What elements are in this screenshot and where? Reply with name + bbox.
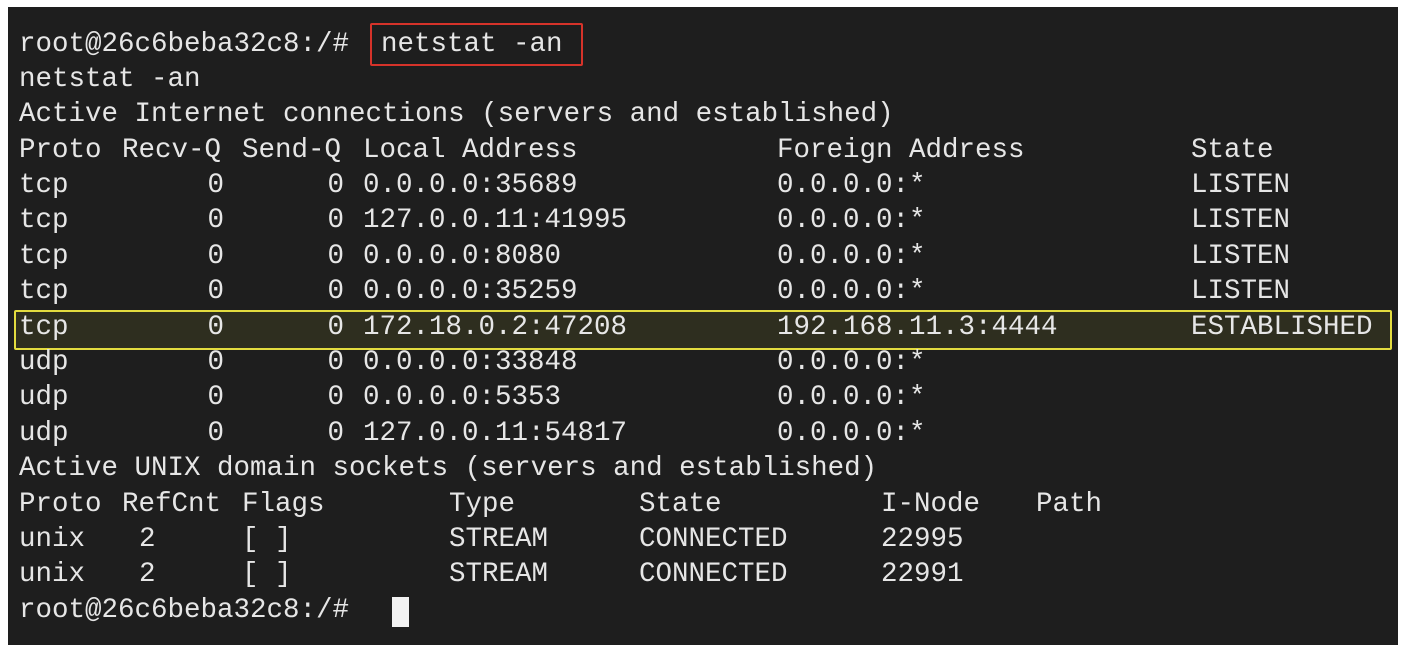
- shell-prompt: root@26c6beba32c8:/#: [19, 29, 350, 60]
- shell-prompt: root@26c6beba32c8:/#: [19, 595, 350, 626]
- inet-row: udp 0 0 127.0.0.11:54817 0.0.0.0:*: [19, 416, 1398, 451]
- inet-cell-local: 127.0.0.11:54817: [363, 418, 628, 449]
- inet-cell-proto: tcp: [19, 170, 69, 201]
- inet-cell-sendq: 0: [327, 170, 344, 201]
- inet-cell-sendq: 0: [327, 205, 344, 236]
- inet-header-state: State: [1191, 135, 1274, 166]
- command-echo: netstat -an: [19, 64, 201, 95]
- inet-cell-local: 127.0.0.11:41995: [363, 205, 628, 236]
- inet-row: tcp 0 0 127.0.0.11:41995 0.0.0.0:* LISTE…: [19, 203, 1398, 238]
- inet-cell-proto: udp: [19, 418, 69, 449]
- command-line: root@26c6beba32c8:/# netstat -an: [19, 27, 563, 62]
- inet-cell-state: ESTABLISHED: [1191, 312, 1373, 343]
- inet-cell-sendq: 0: [327, 241, 344, 272]
- unix-header-refcnt: RefCnt: [122, 489, 222, 520]
- unix-header-inode: I-Node: [881, 489, 981, 520]
- unix-header-flags: Flags: [242, 489, 325, 520]
- unix-cell-inode: 22995: [881, 524, 964, 555]
- inet-cell-sendq: 0: [327, 276, 344, 307]
- unix-row: unix 2 [ ] STREAM CONNECTED 22991: [19, 557, 1398, 592]
- inet-cell-recvq: 0: [207, 312, 224, 343]
- inet-cell-proto: udp: [19, 347, 69, 378]
- inet-header-proto: Proto: [19, 135, 102, 166]
- inet-cell-sendq: 0: [327, 347, 344, 378]
- inet-cell-sendq: 0: [327, 382, 344, 413]
- inet-cell-state: LISTEN: [1191, 276, 1291, 307]
- unix-section-title: Active UNIX domain sockets (servers and …: [19, 453, 878, 484]
- inet-header-local: Local Address: [363, 135, 578, 166]
- unix-header-proto: Proto: [19, 489, 102, 520]
- inet-section-title: Active Internet connections (servers and…: [19, 99, 894, 130]
- inet-cell-foreign: 0.0.0.0:*: [777, 418, 926, 449]
- unix-cell-refcnt: 2: [139, 559, 156, 590]
- unix-header-path: Path: [1036, 489, 1103, 520]
- inet-cell-local: 0.0.0.0:35689: [363, 170, 578, 201]
- unix-header-type: Type: [449, 489, 516, 520]
- inet-cell-foreign: 0.0.0.0:*: [777, 347, 926, 378]
- inet-cell-recvq: 0: [207, 241, 224, 272]
- unix-cell-flags: [ ]: [242, 559, 292, 590]
- inet-cell-state: LISTEN: [1191, 241, 1291, 272]
- text-cursor: [392, 597, 409, 627]
- inet-cell-state: LISTEN: [1191, 170, 1291, 201]
- inet-cell-foreign: 0.0.0.0:*: [777, 170, 926, 201]
- inet-header-recvq: Recv-Q: [122, 135, 222, 166]
- inet-cell-proto: udp: [19, 382, 69, 413]
- inet-cell-state: LISTEN: [1191, 205, 1291, 236]
- unix-cell-inode: 22991: [881, 559, 964, 590]
- unix-cell-proto: unix: [19, 559, 86, 590]
- unix-cell-state: CONNECTED: [639, 559, 788, 590]
- inet-cell-local: 0.0.0.0:5353: [363, 382, 562, 413]
- inet-cell-local: 172.18.0.2:47208: [363, 312, 628, 343]
- inet-row: tcp 0 0 0.0.0.0:8080 0.0.0.0:* LISTEN: [19, 239, 1398, 274]
- inet-row: tcp 0 0 0.0.0.0:35259 0.0.0.0:* LISTEN: [19, 274, 1398, 309]
- unix-cell-proto: unix: [19, 524, 86, 555]
- unix-cell-flags: [ ]: [242, 524, 292, 555]
- command-text: netstat -an: [381, 29, 563, 60]
- unix-row: unix 2 [ ] STREAM CONNECTED 22995: [19, 522, 1398, 557]
- unix-cell-type: STREAM: [449, 524, 549, 555]
- inet-cell-foreign: 0.0.0.0:*: [777, 382, 926, 413]
- inet-cell-proto: tcp: [19, 241, 69, 272]
- inet-header-foreign: Foreign Address: [777, 135, 1025, 166]
- unix-cell-state: CONNECTED: [639, 524, 788, 555]
- inet-cell-recvq: 0: [207, 170, 224, 201]
- inet-row: tcp 0 0 0.0.0.0:35689 0.0.0.0:* LISTEN: [19, 168, 1398, 203]
- inet-cell-foreign: 192.168.11.3:4444: [777, 312, 1058, 343]
- unix-cell-type: STREAM: [449, 559, 549, 590]
- inet-cell-foreign: 0.0.0.0:*: [777, 205, 926, 236]
- inet-cell-proto: tcp: [19, 205, 69, 236]
- unix-cell-refcnt: 2: [139, 524, 156, 555]
- inet-cell-sendq: 0: [327, 418, 344, 449]
- inet-cell-local: 0.0.0.0:8080: [363, 241, 562, 272]
- inet-cell-recvq: 0: [207, 382, 224, 413]
- unix-header-state: State: [639, 489, 722, 520]
- inet-cell-local: 0.0.0.0:35259: [363, 276, 578, 307]
- inet-cell-foreign: 0.0.0.0:*: [777, 276, 926, 307]
- active-prompt-line[interactable]: root@26c6beba32c8:/#: [19, 593, 519, 628]
- inet-cell-foreign: 0.0.0.0:*: [777, 241, 926, 272]
- inet-cell-proto: tcp: [19, 312, 69, 343]
- inet-cell-sendq: 0: [327, 312, 344, 343]
- inet-row: udp 0 0 0.0.0.0:5353 0.0.0.0:*: [19, 380, 1398, 415]
- inet-row: udp 0 0 0.0.0.0:33848 0.0.0.0:*: [19, 345, 1398, 380]
- inet-header-row: Proto Recv-Q Send-Q Local Address Foreig…: [19, 133, 1398, 168]
- inet-cell-recvq: 0: [207, 276, 224, 307]
- inet-cell-recvq: 0: [207, 347, 224, 378]
- inet-header-sendq: Send-Q: [242, 135, 342, 166]
- inet-cell-recvq: 0: [207, 418, 224, 449]
- unix-header-row: Proto RefCnt Flags Type State I-Node Pat…: [19, 487, 1398, 522]
- inet-cell-recvq: 0: [207, 205, 224, 236]
- inet-cell-local: 0.0.0.0:33848: [363, 347, 578, 378]
- terminal-window[interactable]: root@26c6beba32c8:/# netstat -an netstat…: [8, 7, 1398, 645]
- inet-cell-proto: tcp: [19, 276, 69, 307]
- inet-row-established: tcp 0 0 172.18.0.2:47208 192.168.11.3:44…: [19, 310, 1398, 345]
